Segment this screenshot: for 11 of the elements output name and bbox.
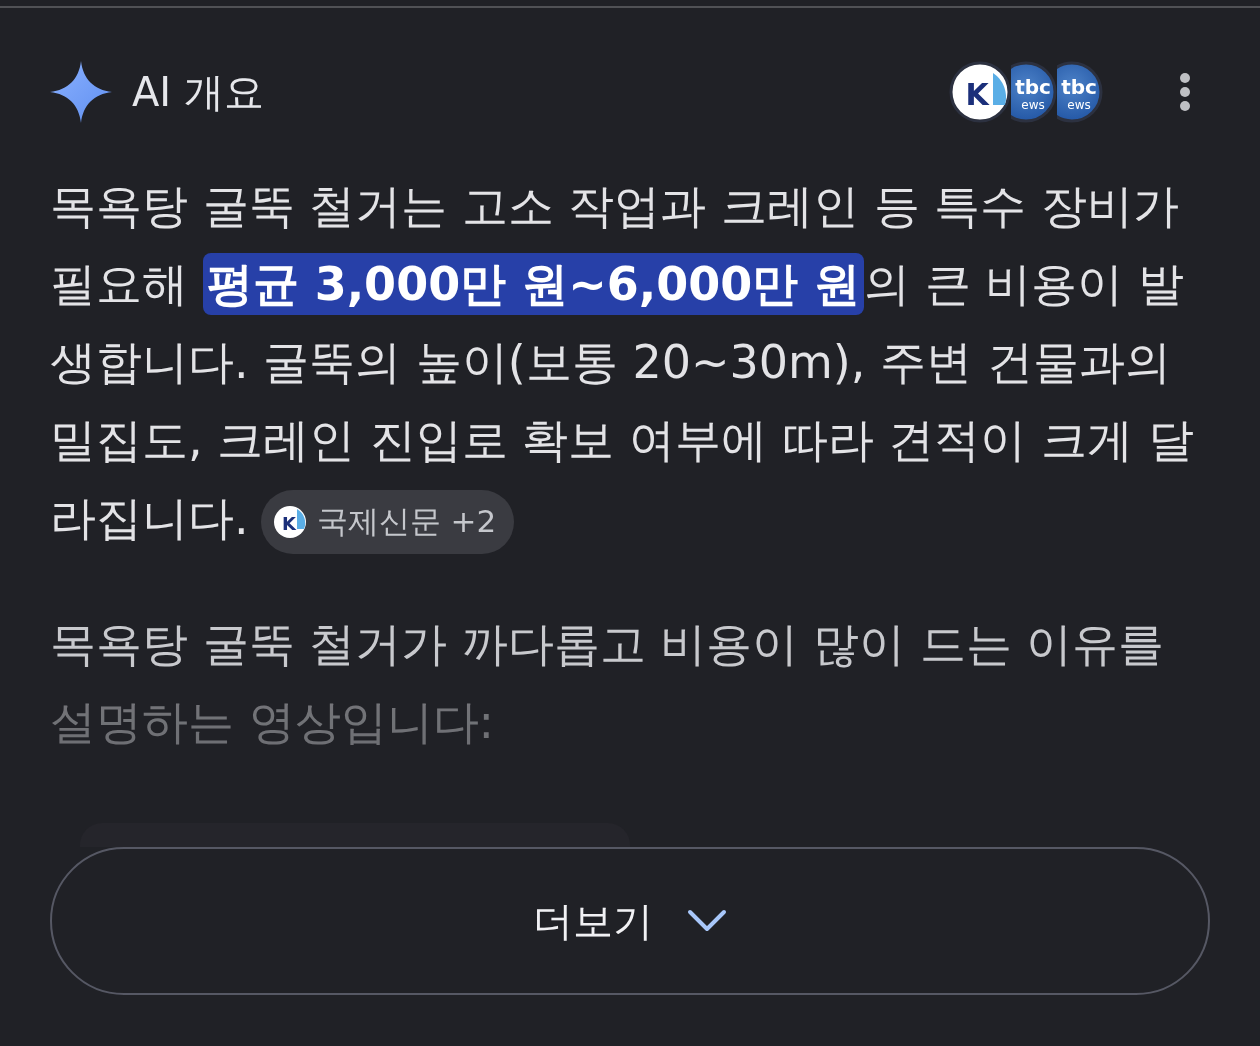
overview-title: AI 개요 [132, 68, 264, 116]
newspaper-logo-icon: K [272, 504, 307, 539]
more-options-icon[interactable] [1179, 72, 1191, 112]
source-chip[interactable]: K 국제신문 +2 [260, 489, 515, 554]
video-intro-text: 목욕탕 굴뚝 철거가 까다롭고 비용이 많이 드는 이유를 설명하는 영상입니다: [50, 616, 1166, 751]
news-channel-logo-icon[interactable]: tbc ews [1057, 61, 1103, 123]
chevron-down-icon [687, 909, 727, 933]
news-channel-logo-icon[interactable]: tbc ews [1011, 61, 1057, 123]
show-more-button[interactable]: 더보기 [50, 847, 1210, 995]
newspaper-logo-icon[interactable]: K [949, 61, 1011, 123]
sparkle-icon [50, 61, 112, 123]
